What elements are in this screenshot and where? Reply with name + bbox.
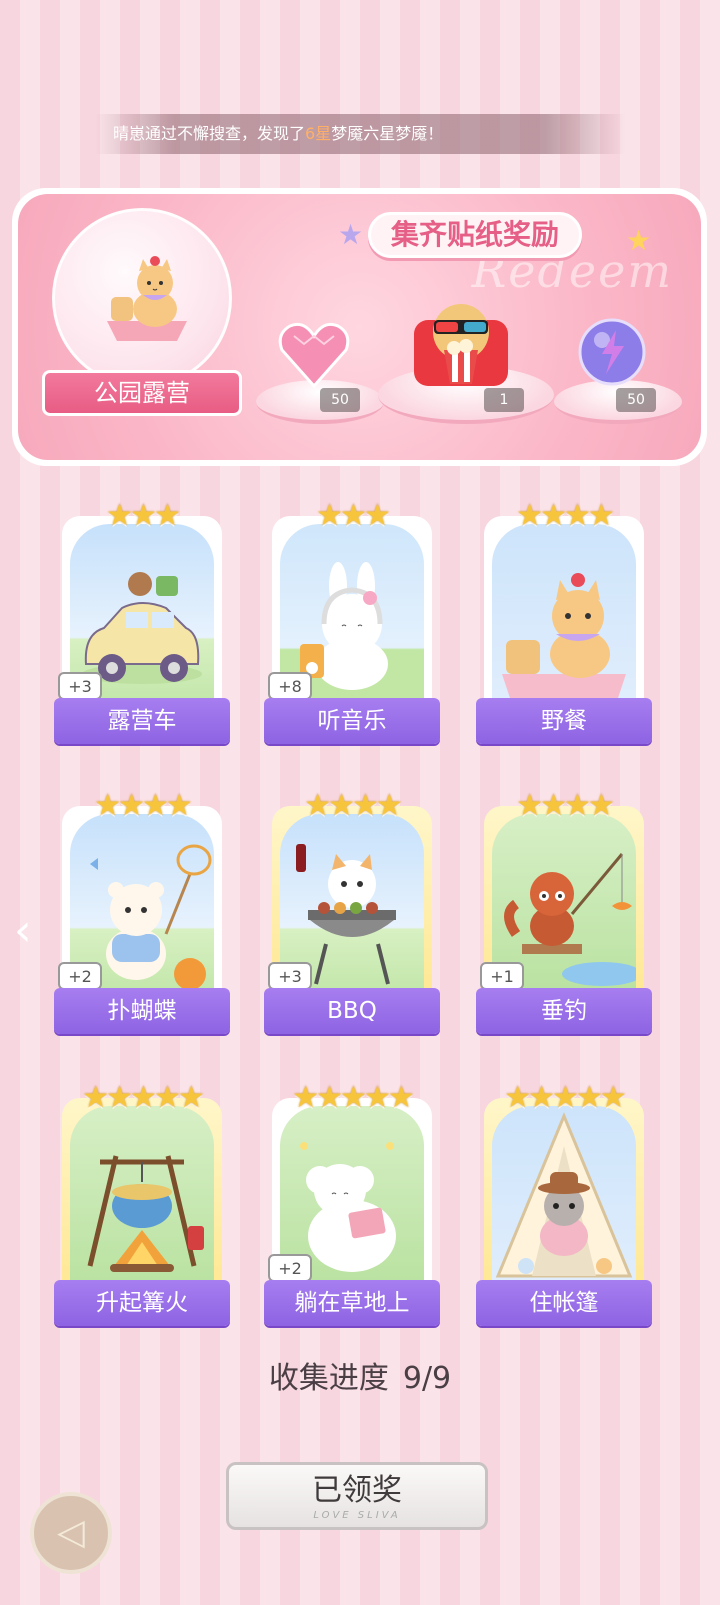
sticker-card[interactable]: ★★★★★ 住帐篷 bbox=[476, 1080, 652, 1326]
star-rating: ★★★★ bbox=[94, 788, 193, 823]
location-tag: 公园露营 bbox=[42, 370, 242, 416]
claim-subtitle: LOVE SLIVA bbox=[313, 1510, 401, 1521]
reward-count-gem: 50 bbox=[320, 388, 360, 412]
card-label: 住帐篷 bbox=[476, 1280, 652, 1326]
purple-star-icon: ★ bbox=[338, 218, 364, 251]
progress-value: 9/9 bbox=[402, 1361, 452, 1396]
card-label: 扑蝴蝶 bbox=[54, 988, 230, 1034]
sticker-card[interactable]: ★★★★ +1 垂钓 bbox=[476, 788, 652, 1034]
notice-star-highlight: 6星 bbox=[305, 124, 332, 143]
sticker-card[interactable]: ★★★★★ +2 躺在草地上 bbox=[264, 1080, 440, 1326]
reward-count-orb: 50 bbox=[616, 388, 656, 412]
star-rating: ★★★ bbox=[316, 498, 391, 533]
discovery-notice: 晴崽通过不懈搜查，发现了6星梦魇六星梦魇！ bbox=[95, 114, 625, 154]
duplicate-count-badge: +8 bbox=[268, 672, 312, 700]
sticker-card[interactable]: ★★★★ +2 扑蝴蝶 bbox=[54, 788, 230, 1034]
duplicate-count-badge: +2 bbox=[268, 1254, 312, 1282]
collection-progress: 收集进度 9/9 bbox=[0, 1353, 720, 1397]
star-rating: ★★★★★ bbox=[292, 1080, 414, 1115]
card-label: BBQ bbox=[264, 988, 440, 1034]
pink-heart-gem-icon bbox=[278, 322, 350, 389]
notice-text-after: 梦魇六星梦魇！ bbox=[331, 124, 444, 143]
cat-picnic-icon bbox=[107, 256, 187, 341]
gold-star-icon: ★ bbox=[626, 224, 652, 257]
sticker-card[interactable]: ★★★ +8 听音乐 bbox=[264, 498, 440, 744]
back-button[interactable]: ◁ bbox=[30, 1492, 112, 1574]
banner-title: 集齐贴纸奖励 bbox=[368, 212, 583, 258]
duplicate-count-badge: +2 bbox=[58, 962, 102, 990]
popcorn-cat-movie-icon bbox=[414, 304, 508, 386]
card-label: 露营车 bbox=[54, 698, 230, 744]
progress-label: 收集进度 bbox=[268, 1361, 389, 1396]
star-rating: ★★★★★ bbox=[82, 1080, 204, 1115]
purple-energy-orb-icon bbox=[578, 318, 646, 386]
sticker-card[interactable]: ★★★★★ 升起篝火 bbox=[54, 1080, 230, 1326]
reward-count-popcorn: 1 bbox=[484, 388, 524, 412]
card-label: 躺在草地上 bbox=[264, 1280, 440, 1326]
claimed-button-label: 已领奖 bbox=[312, 1473, 402, 1508]
star-rating: ★★★★★ bbox=[504, 1080, 626, 1115]
star-rating: ★★★★ bbox=[516, 498, 615, 533]
sticker-card[interactable]: ★★★★ 野餐 bbox=[476, 498, 652, 744]
duplicate-count-badge: +1 bbox=[480, 962, 524, 990]
duplicate-count-badge: +3 bbox=[58, 672, 102, 700]
duplicate-count-badge: +3 bbox=[268, 962, 312, 990]
notice-text-before: 晴崽通过不懈搜查，发现了 bbox=[113, 124, 306, 143]
star-rating: ★★★★ bbox=[304, 788, 403, 823]
sticker-card[interactable]: ★★★ +3 露营车 bbox=[54, 498, 230, 744]
card-label: 升起篝火 bbox=[54, 1280, 230, 1326]
star-rating: ★★★★ bbox=[516, 788, 615, 823]
star-rating: ★★★ bbox=[106, 498, 181, 533]
card-label: 野餐 bbox=[476, 698, 652, 744]
prev-page-arrow[interactable]: ‹ bbox=[14, 906, 46, 956]
card-label: 垂钓 bbox=[476, 988, 652, 1034]
sticker-card[interactable]: ★★★★ +3 BBQ bbox=[264, 788, 440, 1034]
claimed-button[interactable]: 已领奖 LOVE SLIVA bbox=[226, 1462, 488, 1530]
picnic-cat-bubble bbox=[52, 208, 232, 388]
card-label: 听音乐 bbox=[264, 698, 440, 744]
sticker-reward-banner: Redeem ★ 集齐贴纸奖励 ★ 公园露营 50 1 50 bbox=[12, 188, 707, 466]
